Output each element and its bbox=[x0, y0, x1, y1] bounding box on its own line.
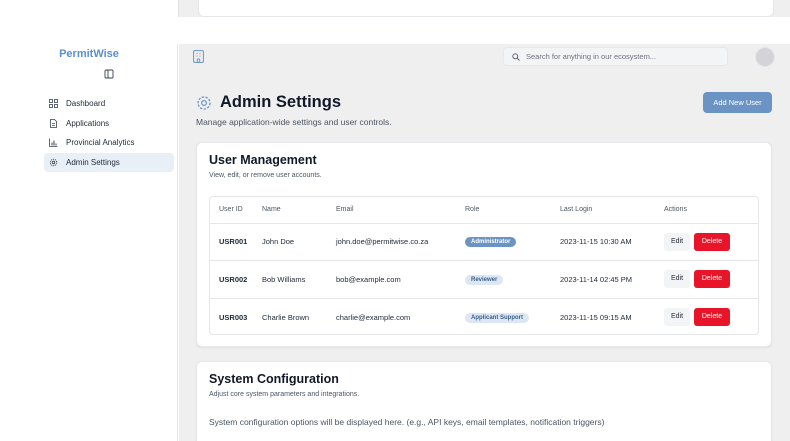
column-header: Name bbox=[262, 197, 336, 224]
column-header: Role bbox=[465, 197, 560, 224]
sidebar-nav: Dashboard Applications Provincial Analyt… bbox=[44, 94, 174, 172]
bar-chart-icon bbox=[49, 138, 58, 148]
role-badge: Reviewer bbox=[465, 274, 504, 285]
section-title: User Management bbox=[209, 153, 317, 167]
users-table: User ID Name Email Role Last Login Actio… bbox=[209, 196, 759, 335]
add-new-user-button[interactable]: Add New User bbox=[703, 92, 772, 113]
delete-button[interactable]: Delete bbox=[694, 232, 730, 251]
user-id: USR002 bbox=[210, 260, 262, 299]
edit-button[interactable]: Edit bbox=[664, 232, 690, 251]
delete-button[interactable]: Delete bbox=[694, 270, 730, 289]
sidebar-item-provincial-analytics[interactable]: Provincial Analytics bbox=[44, 133, 174, 152]
last-login: 2023-11-15 10:30 AM bbox=[560, 223, 664, 261]
section-gap bbox=[0, 17, 790, 44]
edit-button[interactable]: Edit bbox=[664, 308, 690, 326]
last-login: 2023-11-15 09:15 AM bbox=[560, 312, 632, 322]
table-row: USR001 John Doe john.doe@permitwise.co.z… bbox=[210, 223, 758, 261]
table-header-row: User ID Name Email Role Last Login Actio… bbox=[210, 197, 758, 224]
user-email: john.doe@permitwise.co.za bbox=[336, 223, 465, 261]
edit-button[interactable]: Edit bbox=[664, 270, 690, 289]
search-icon bbox=[512, 52, 520, 61]
user-name: Charlie Brown bbox=[262, 312, 310, 322]
role-cell: Applicant Support bbox=[465, 298, 560, 334]
sidebar-item-applications[interactable]: Applications bbox=[44, 114, 174, 133]
sidebar-item-label: Applications bbox=[66, 118, 110, 128]
section-description: View, edit, or remove user accounts. bbox=[209, 172, 322, 179]
actions-cell: Edit Delete bbox=[664, 260, 758, 299]
table-row: USR003 Charlie Brown charlie@example.com… bbox=[210, 298, 758, 334]
user-email: bob@example.com bbox=[336, 260, 465, 299]
role-badge: Applicant Support bbox=[465, 312, 529, 323]
section-description: Adjust core system parameters and integr… bbox=[209, 391, 360, 398]
previous-section-fragment bbox=[178, 0, 790, 17]
search-input[interactable]: Search for anything in our ecosystem... bbox=[503, 47, 728, 66]
previous-card-fragment bbox=[198, 0, 774, 17]
sidebar-item-dashboard[interactable]: Dashboard bbox=[44, 94, 174, 113]
role-badge: Administrator bbox=[465, 237, 517, 248]
main-content: Search for anything in our ecosystem... … bbox=[179, 44, 790, 441]
column-header: Last Login bbox=[560, 197, 664, 224]
sidebar-toggle-icon[interactable] bbox=[104, 69, 114, 79]
document-icon bbox=[50, 118, 57, 128]
actions-cell: Edit Delete bbox=[664, 223, 758, 261]
brand-name[interactable]: PermitWise bbox=[0, 48, 178, 60]
user-id: USR003 bbox=[219, 312, 248, 322]
app-root: PermitWise Dashboard Applications Provin… bbox=[0, 0, 790, 441]
section-title: System Configuration bbox=[209, 372, 339, 386]
gear-icon bbox=[197, 95, 211, 110]
page-header: Admin Settings bbox=[196, 93, 341, 112]
user-name: Bob Williams bbox=[262, 260, 336, 299]
top-bar: Search for anything in our ecosystem... bbox=[179, 44, 790, 68]
building-icon[interactable] bbox=[193, 50, 204, 63]
user-name: John Doe bbox=[262, 223, 336, 261]
column-header: Email bbox=[336, 197, 465, 224]
system-configuration-card: System Configuration Adjust core system … bbox=[196, 361, 772, 441]
page-subtitle: Manage application-wide settings and use… bbox=[196, 117, 392, 127]
gear-icon bbox=[49, 158, 58, 166]
last-login: 2023-11-14 02:45 PM bbox=[560, 260, 664, 299]
page-title: Admin Settings bbox=[220, 93, 342, 111]
table-row: USR002 Bob Williams bob@example.com Revi… bbox=[210, 260, 758, 299]
role-cell: Administrator bbox=[465, 223, 560, 261]
sidebar-item-admin-settings[interactable]: Admin Settings bbox=[44, 152, 174, 172]
sidebar-item-label: Provincial Analytics bbox=[66, 138, 135, 148]
search-placeholder: Search for anything in our ecosystem... bbox=[526, 52, 657, 61]
sidebar-item-label: Dashboard bbox=[66, 99, 106, 108]
role-cell: Reviewer bbox=[465, 260, 560, 299]
column-header: User ID bbox=[210, 197, 262, 224]
user-id: USR001 bbox=[210, 223, 262, 261]
user-management-card: User Management View, edit, or remove us… bbox=[196, 142, 772, 347]
avatar[interactable] bbox=[755, 47, 775, 67]
section-body: System configuration options will be dis… bbox=[209, 417, 605, 427]
actions-cell: Edit Delete bbox=[664, 298, 758, 334]
sidebar: PermitWise Dashboard Applications Provin… bbox=[0, 44, 178, 441]
column-header: Actions bbox=[664, 197, 758, 224]
delete-button[interactable]: Delete bbox=[694, 308, 730, 326]
user-email: charlie@example.com bbox=[336, 312, 411, 322]
sidebar-item-label: Admin Settings bbox=[66, 157, 120, 167]
grid-icon bbox=[49, 99, 58, 108]
